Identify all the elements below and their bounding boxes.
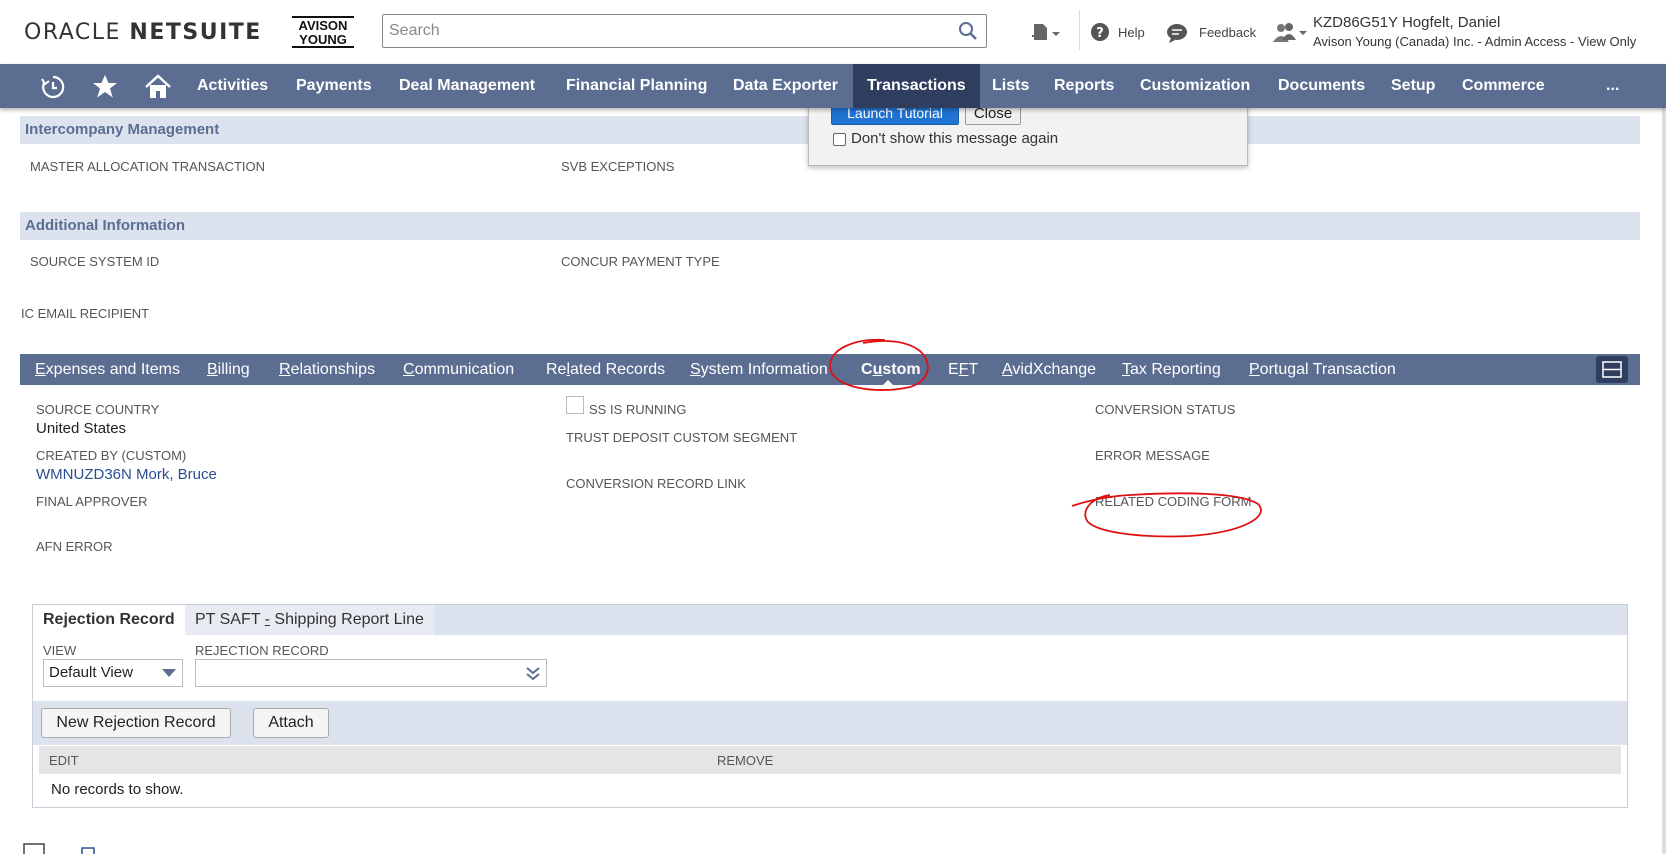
nav-activities[interactable]: Activities	[197, 64, 268, 108]
subtab-tax-reporting[interactable]: Tax Reporting	[1122, 354, 1221, 385]
master-allocation-label: MASTER ALLOCATION TRANSACTION	[30, 159, 266, 174]
search-input[interactable]	[383, 15, 943, 47]
nav-transactions[interactable]: Transactions	[853, 64, 980, 108]
nav-setup[interactable]: Setup	[1391, 64, 1435, 108]
concur-payment-type-label: CONCUR PAYMENT TYPE	[561, 254, 720, 269]
file-icon[interactable]	[80, 846, 96, 854]
chevron-down-icon	[162, 669, 176, 677]
nav-lists[interactable]: Lists	[992, 64, 1029, 108]
page-scrollbar[interactable]	[1662, 64, 1666, 854]
nav-data-exporter[interactable]: Data Exporter	[733, 64, 838, 108]
rejection-subtabs: Rejection Record PT SAFT - Shipping Repo…	[33, 605, 1627, 635]
conversion-status-label: CONVERSION STATUS	[1095, 402, 1236, 417]
logo-oracle-text: ORACLE	[24, 20, 121, 45]
col-edit: EDIT	[49, 753, 79, 768]
related-coding-form-label: RELATED CODING FORM	[1095, 494, 1252, 509]
subtab-communication[interactable]: Communication	[403, 354, 514, 385]
source-system-id-label: SOURCE SYSTEM ID	[30, 254, 160, 269]
nav-more[interactable]: ...	[1606, 64, 1619, 108]
additional-info-section-header[interactable]: Additional Information	[20, 212, 1640, 240]
created-by-label: CREATED BY (CUSTOM)	[36, 448, 187, 463]
subtab-eft[interactable]: EFT	[948, 354, 978, 385]
conversion-record-link-label: CONVERSION RECORD LINK	[566, 476, 746, 491]
subtab-expenses-and-items[interactable]: Expenses and Items	[35, 354, 180, 385]
user-roles-icon[interactable]	[1272, 22, 1308, 44]
annotation-circle-related-coding	[1071, 492, 1262, 538]
create-new-icon[interactable]	[1032, 22, 1062, 44]
subtab-portugal-transaction[interactable]: Portugal Transaction	[1249, 354, 1396, 385]
rejection-record-select[interactable]	[195, 659, 547, 687]
feedback-link[interactable]: Feedback	[1199, 25, 1256, 40]
help-icon[interactable]: ?	[1090, 22, 1110, 42]
logo-ay-line2: YOUNG	[299, 32, 347, 47]
layout-toggle-icon	[1602, 361, 1622, 378]
nav-commerce[interactable]: Commerce	[1462, 64, 1545, 108]
user-name[interactable]: KZD86G51Y Hogfelt, Daniel	[1313, 14, 1500, 31]
view-select[interactable]: Default View	[43, 659, 183, 687]
logo-netsuite-text: NETSUITE	[129, 20, 262, 45]
svg-text:?: ?	[1096, 26, 1104, 41]
no-records-message: No records to show.	[51, 781, 184, 798]
rejection-table-header: EDIT REMOVE	[39, 746, 1621, 774]
ss-is-running-checkbox[interactable]	[566, 396, 584, 414]
trust-deposit-label: TRUST DEPOSIT CUSTOM SEGMENT	[566, 430, 798, 445]
created-by-link[interactable]: WMNUZD36N Mork, Bruce	[36, 466, 217, 483]
tutorial-popup: Launch Tutorial Close Don't show this me…	[808, 98, 1248, 166]
col-remove: REMOVE	[717, 753, 774, 768]
user-role[interactable]: Avison Young (Canada) Inc. - Admin Acces…	[1313, 34, 1636, 49]
ss-is-running-label: SS IS RUNNING	[589, 402, 687, 417]
subtab-layout-toggle[interactable]	[1596, 356, 1628, 383]
tab-pt-saft-shipping-report-line[interactable]: PT SAFT - Shipping Report Line	[185, 605, 434, 635]
global-header: ORACLE NETSUITE AVISON YOUNG ? Help	[0, 0, 1666, 64]
view-select-value: Default View	[49, 664, 133, 681]
dont-show-checkbox[interactable]	[833, 133, 846, 146]
subtab-system-information[interactable]: System Information	[690, 354, 840, 385]
netsuite-page: ORACLE NETSUITE AVISON YOUNG ? Help	[0, 0, 1666, 854]
view-label: VIEW	[43, 643, 77, 658]
header-divider	[1079, 10, 1080, 50]
tab-rejection-record[interactable]: Rejection Record	[33, 605, 185, 635]
new-rejection-record-button[interactable]: New Rejection Record	[41, 708, 231, 738]
oracle-netsuite-logo[interactable]: ORACLE NETSUITE	[24, 20, 262, 45]
nav-reports[interactable]: Reports	[1054, 64, 1114, 108]
home-icon[interactable]	[144, 74, 172, 100]
document-icon[interactable]	[22, 842, 48, 854]
rejection-button-bar: New Rejection Record Attach	[33, 701, 1627, 745]
help-link[interactable]: Help	[1118, 25, 1145, 40]
logo-ay-line1: AVISON	[298, 18, 348, 33]
main-nav: Activities Payments Deal Management Fina…	[0, 64, 1666, 108]
rejection-record-panel: Rejection Record PT SAFT - Shipping Repo…	[32, 604, 1628, 808]
source-country-label: SOURCE COUNTRY	[36, 402, 160, 417]
global-search	[382, 14, 987, 48]
attach-button[interactable]: Attach	[253, 708, 329, 738]
nav-financial-planning[interactable]: Financial Planning	[566, 64, 707, 108]
nav-payments[interactable]: Payments	[296, 64, 372, 108]
svb-exceptions-label: SVB EXCEPTIONS	[561, 159, 675, 174]
nav-documents[interactable]: Documents	[1278, 64, 1365, 108]
subtab-relationships[interactable]: Relationships	[279, 354, 375, 385]
nav-deal-management[interactable]: Deal Management	[399, 64, 535, 108]
feedback-icon[interactable]	[1166, 23, 1188, 43]
search-icon[interactable]	[958, 21, 978, 41]
recent-records-icon[interactable]	[40, 74, 66, 100]
final-approver-label: FINAL APPROVER	[36, 494, 148, 509]
subtab-billing[interactable]: Billing	[207, 354, 250, 385]
subtab-avidxchange[interactable]: AvidXchange	[1002, 354, 1096, 385]
dont-show-label: Don't show this message again	[851, 130, 1059, 147]
source-country-value: United States	[36, 420, 127, 437]
ic-email-recipient-label: IC EMAIL RECIPIENT	[21, 306, 150, 321]
subtab-bar: Expenses and Items Billing Relationships…	[20, 354, 1640, 385]
afn-error-label: AFN ERROR	[36, 539, 113, 554]
avison-young-logo: AVISON YOUNG	[292, 16, 354, 48]
double-chevron-down-icon	[526, 667, 540, 681]
error-message-label: ERROR MESSAGE	[1095, 448, 1210, 463]
rejection-record-label: REJECTION RECORD	[195, 643, 329, 658]
active-subtab-marker	[881, 380, 895, 387]
favorites-star-icon[interactable]	[92, 74, 118, 100]
nav-customization[interactable]: Customization	[1140, 64, 1250, 108]
subtab-related-records[interactable]: Related Records	[546, 354, 665, 385]
